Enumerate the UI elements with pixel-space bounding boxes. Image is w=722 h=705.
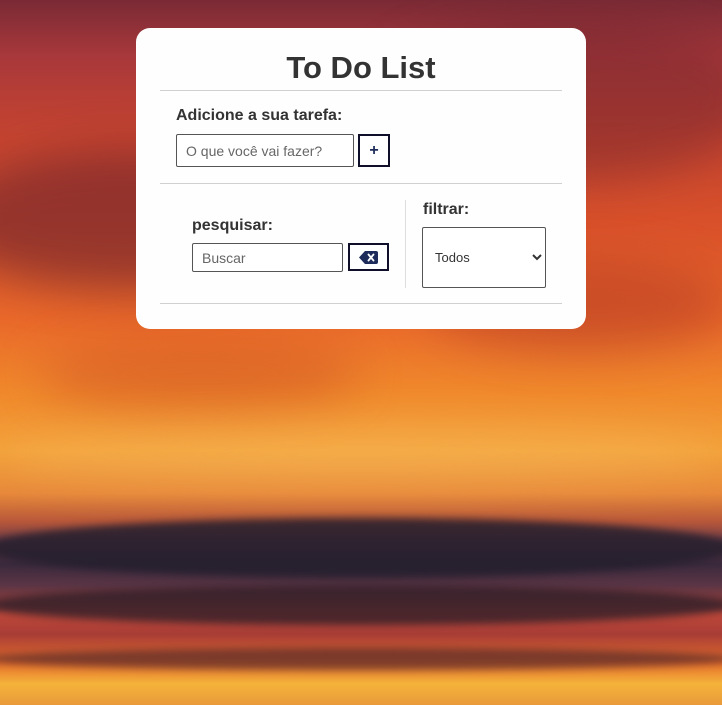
section-divider bbox=[405, 200, 406, 288]
search-label: pesquisar: bbox=[192, 217, 273, 234]
add-task-label: Adicione a sua tarefa: bbox=[176, 107, 343, 124]
task-input[interactable] bbox=[176, 134, 354, 167]
wave bbox=[0, 518, 722, 578]
wave bbox=[0, 648, 722, 670]
filter-select[interactable]: Todos bbox=[422, 227, 546, 288]
plus-icon: + bbox=[369, 141, 379, 159]
divider bbox=[160, 303, 562, 304]
filter-label: filtrar: bbox=[423, 201, 470, 218]
divider bbox=[160, 183, 562, 184]
cloud bbox=[40, 340, 360, 410]
search-input[interactable] bbox=[192, 243, 343, 272]
clear-search-button[interactable] bbox=[348, 243, 389, 271]
horizon-glow bbox=[0, 430, 722, 480]
add-task-button[interactable]: + bbox=[358, 134, 390, 167]
wave bbox=[0, 585, 722, 625]
page-title: To Do List bbox=[286, 50, 436, 85]
divider bbox=[160, 90, 562, 91]
backspace-icon bbox=[359, 250, 378, 264]
